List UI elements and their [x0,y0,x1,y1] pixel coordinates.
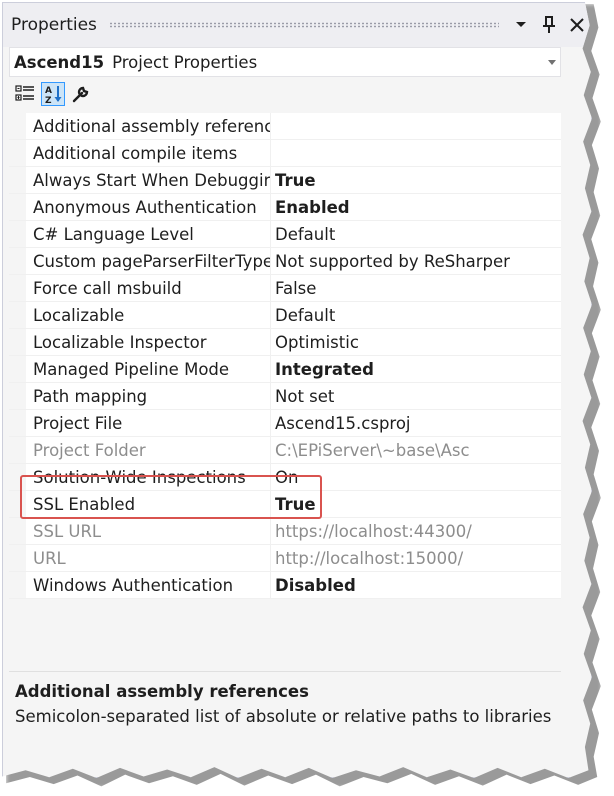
row-gutter [9,545,26,571]
property-row[interactable]: Additional compile items [9,140,561,167]
row-gutter [9,248,26,274]
property-name[interactable]: C# Language Level [26,221,271,247]
row-gutter [9,437,26,463]
property-value[interactable]: True [271,167,561,193]
row-gutter [9,140,26,166]
row-gutter [9,113,26,139]
chevron-down-icon[interactable] [544,59,560,65]
property-value: https://localhost:44300/ [275,522,472,541]
property-value[interactable]: Not supported by ReSharper [271,248,561,274]
property-row[interactable]: Localizable Inspector Optimistic [9,329,561,356]
categorized-icon[interactable] [13,82,37,106]
property-row[interactable]: Project Folder C:\EPiServer\~base\Asc [9,437,561,464]
property-name[interactable]: Project File [26,410,271,436]
property-row[interactable]: Project File Ascend15.csproj [9,410,561,437]
properties-toolbar: A Z [9,79,561,109]
row-gutter [9,356,26,382]
property-value[interactable]: Not set [271,383,561,409]
property-name[interactable]: Managed Pipeline Mode [26,356,271,382]
property-name[interactable]: Project Folder [26,437,271,463]
property-row[interactable]: Windows Authentication Disabled [9,572,561,599]
property-name[interactable]: Anonymous Authentication [26,194,271,220]
object-type: Project Properties [112,52,258,72]
property-row[interactable]: C# Language Level Default [9,221,561,248]
property-value: C:\EPiServer\~base\Asc [275,441,470,460]
description-pane: Additional assembly references Semicolon… [9,671,561,755]
property-grid: Additional assembly references Additional… [9,113,561,599]
property-row[interactable]: Custom pageParserFilterType Not supported… [9,248,561,275]
property-value[interactable] [271,113,561,139]
property-row[interactable]: Path mapping Not set [9,383,561,410]
property-row[interactable]: Localizable Default [9,302,561,329]
dropdown-arrow-icon[interactable] [509,13,533,37]
property-value[interactable]: Disabled [271,572,561,598]
drag-grip[interactable] [108,22,499,28]
svg-text:Z: Z [45,96,52,104]
property-value[interactable]: Ascend15.csproj [271,410,561,436]
object-name: Ascend15 [14,52,105,72]
property-row[interactable]: Anonymous Authentication Enabled [9,194,561,221]
property-row[interactable]: URL http://localhost:15000/ [9,545,561,572]
property-name[interactable]: Custom pageParserFilterType [26,248,271,274]
property-row[interactable]: Always Start When Debugging True [9,167,561,194]
row-gutter [9,572,26,598]
property-value[interactable]: Default [271,302,561,328]
property-value[interactable]: False [271,275,561,301]
property-row[interactable]: Additional assembly references [9,113,561,140]
svg-text:A: A [45,86,52,96]
property-name[interactable]: SSL URL [26,518,271,544]
property-value[interactable]: Enabled [271,194,561,220]
ssl-enabled-highlight-box [20,475,322,519]
row-gutter [9,383,26,409]
property-value[interactable]: Optimistic [271,329,561,355]
property-name[interactable]: Windows Authentication [26,572,271,598]
row-gutter [9,194,26,220]
row-gutter [9,518,26,544]
property-row[interactable]: Force call msbuild False [9,275,561,302]
property-name[interactable]: Localizable [26,302,271,328]
panel-title: Properties [11,15,97,35]
row-gutter [9,275,26,301]
description-text: Semicolon-separated list of absolute or … [15,707,555,726]
property-name[interactable]: Additional assembly references [26,113,271,139]
property-name[interactable]: Localizable Inspector [26,329,271,355]
row-gutter [9,167,26,193]
property-value[interactable]: Integrated [271,356,561,382]
object-selector[interactable]: Ascend15 Project Properties [9,47,561,77]
property-name[interactable]: Additional compile items [26,140,271,166]
property-row[interactable]: SSL URL https://localhost:44300/ [9,518,561,545]
property-row[interactable]: Managed Pipeline Mode Integrated [9,356,561,383]
property-value[interactable] [271,140,561,166]
properties-window: Properties Ascend15 Project Properties A… [2,2,592,778]
close-icon[interactable] [565,13,589,37]
title-bar: Properties [3,3,592,47]
property-name[interactable]: Always Start When Debugging [26,167,271,193]
property-name[interactable]: URL [26,545,271,571]
description-title: Additional assembly references [15,682,309,701]
property-value: http://localhost:15000/ [275,549,464,568]
pin-icon[interactable] [537,13,561,37]
row-gutter [9,329,26,355]
property-name[interactable]: Path mapping [26,383,271,409]
property-value[interactable]: Default [271,221,561,247]
row-gutter [9,221,26,247]
alphabetical-sort-icon[interactable]: A Z [41,82,65,106]
property-name[interactable]: Force call msbuild [26,275,271,301]
row-gutter [9,410,26,436]
property-pages-wrench-icon[interactable] [69,82,93,106]
row-gutter [9,302,26,328]
